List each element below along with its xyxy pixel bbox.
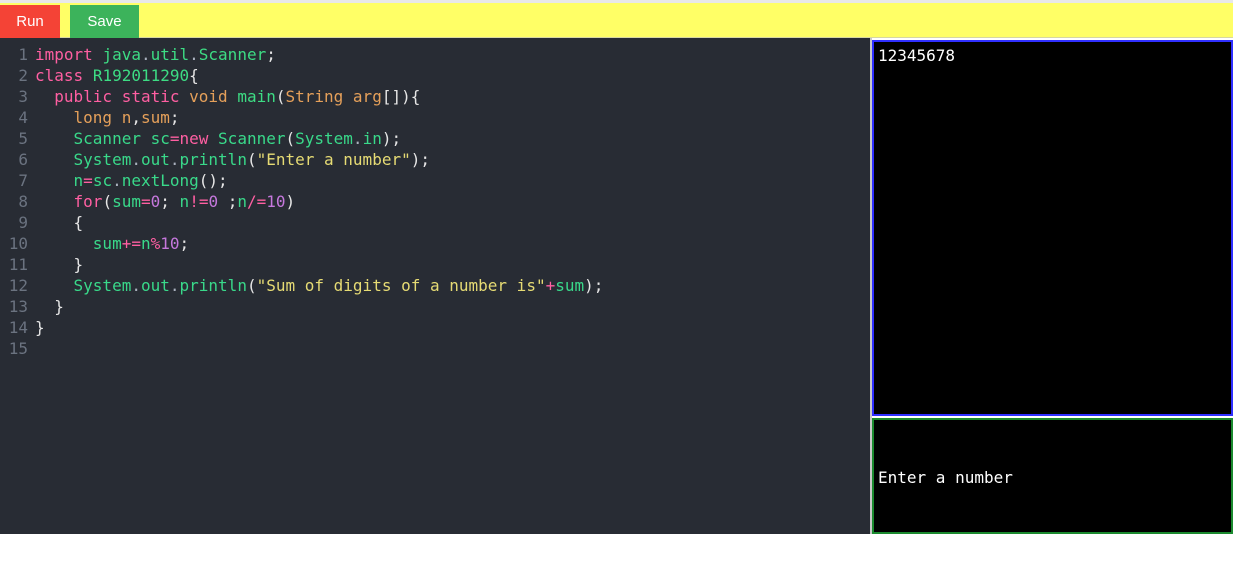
- save-button[interactable]: Save: [70, 5, 139, 38]
- code-text: sum+=n%10;: [92, 234, 190, 253]
- code-line[interactable]: 1 import java.util.Scanner;: [0, 44, 870, 65]
- code-text: System.out.println("Enter a number");: [73, 150, 430, 169]
- line-number: 5: [18, 129, 28, 148]
- stdout-output-pane: Enter a number Sum of digits of a number…: [872, 418, 1233, 550]
- code-line[interactable]: 3 public static void main(String arg[]){: [0, 86, 870, 107]
- code-line[interactable]: 7 n=sc.nextLong();: [0, 170, 870, 191]
- code-text: n=sc.nextLong();: [73, 171, 228, 190]
- code-text: }: [35, 318, 45, 337]
- code-line[interactable]: 2 class R192011290{: [0, 65, 870, 86]
- output-line: Enter a number: [878, 468, 1013, 487]
- code-line[interactable]: 9 {: [0, 212, 870, 233]
- code-line[interactable]: 13 }: [0, 296, 870, 317]
- code-editor[interactable]: 1 import java.util.Scanner; 2 class R192011…: [0, 38, 870, 534]
- line-number: 7: [18, 171, 28, 190]
- code-text: System.out.println("Sum of digits of a n…: [73, 276, 604, 295]
- code-line[interactable]: 5 Scanner sc=new Scanner(System.in);: [0, 128, 870, 149]
- code-line[interactable]: 12 System.out.println("Sum of digits of …: [0, 275, 870, 296]
- code-line[interactable]: 11 }: [0, 254, 870, 275]
- line-number: 9: [18, 213, 28, 232]
- line-number: 2: [18, 66, 28, 85]
- output-line: Sum of digits of a number is36: [878, 531, 1167, 550]
- code-line[interactable]: 6 System.out.println("Enter a number");: [0, 149, 870, 170]
- line-number: 14: [8, 318, 28, 337]
- line-number: 6: [18, 150, 28, 169]
- line-number: 15: [8, 339, 28, 358]
- line-number: 3: [18, 87, 28, 106]
- code-line[interactable]: 14}: [0, 317, 870, 338]
- code-line[interactable]: 4 long n,sum;: [0, 107, 870, 128]
- line-number: 1: [18, 45, 28, 64]
- code-line[interactable]: 10 sum+=n%10;: [0, 233, 870, 254]
- code-text: class R192011290{: [35, 66, 199, 85]
- toolbar: Run Save: [0, 0, 1233, 38]
- line-number: 8: [18, 192, 28, 211]
- code-text: long n,sum;: [73, 108, 180, 127]
- code-text: }: [54, 297, 64, 316]
- line-number: 12: [8, 276, 28, 295]
- line-number: 13: [8, 297, 28, 316]
- line-number: 10: [8, 234, 28, 253]
- code-text: Scanner sc=new Scanner(System.in);: [73, 129, 402, 148]
- editor-lines: 1 import java.util.Scanner; 2 class R192011…: [0, 44, 870, 359]
- code-text: {: [73, 213, 84, 232]
- code-text: for(sum=0; n!=0 ;n/=10): [73, 192, 296, 211]
- code-text: }: [73, 255, 84, 274]
- run-button[interactable]: Run: [0, 5, 60, 38]
- code-line[interactable]: 15: [0, 338, 870, 359]
- stdin-input-pane[interactable]: 12345678: [872, 40, 1233, 416]
- line-number: 11: [8, 255, 28, 274]
- code-text: public static void main(String arg[]){: [54, 87, 421, 106]
- line-number: 4: [18, 108, 28, 127]
- code-text: import java.util.Scanner;: [35, 45, 276, 64]
- code-line[interactable]: 8 for(sum=0; n!=0 ;n/=10): [0, 191, 870, 212]
- stdin-value: 12345678: [878, 46, 956, 65]
